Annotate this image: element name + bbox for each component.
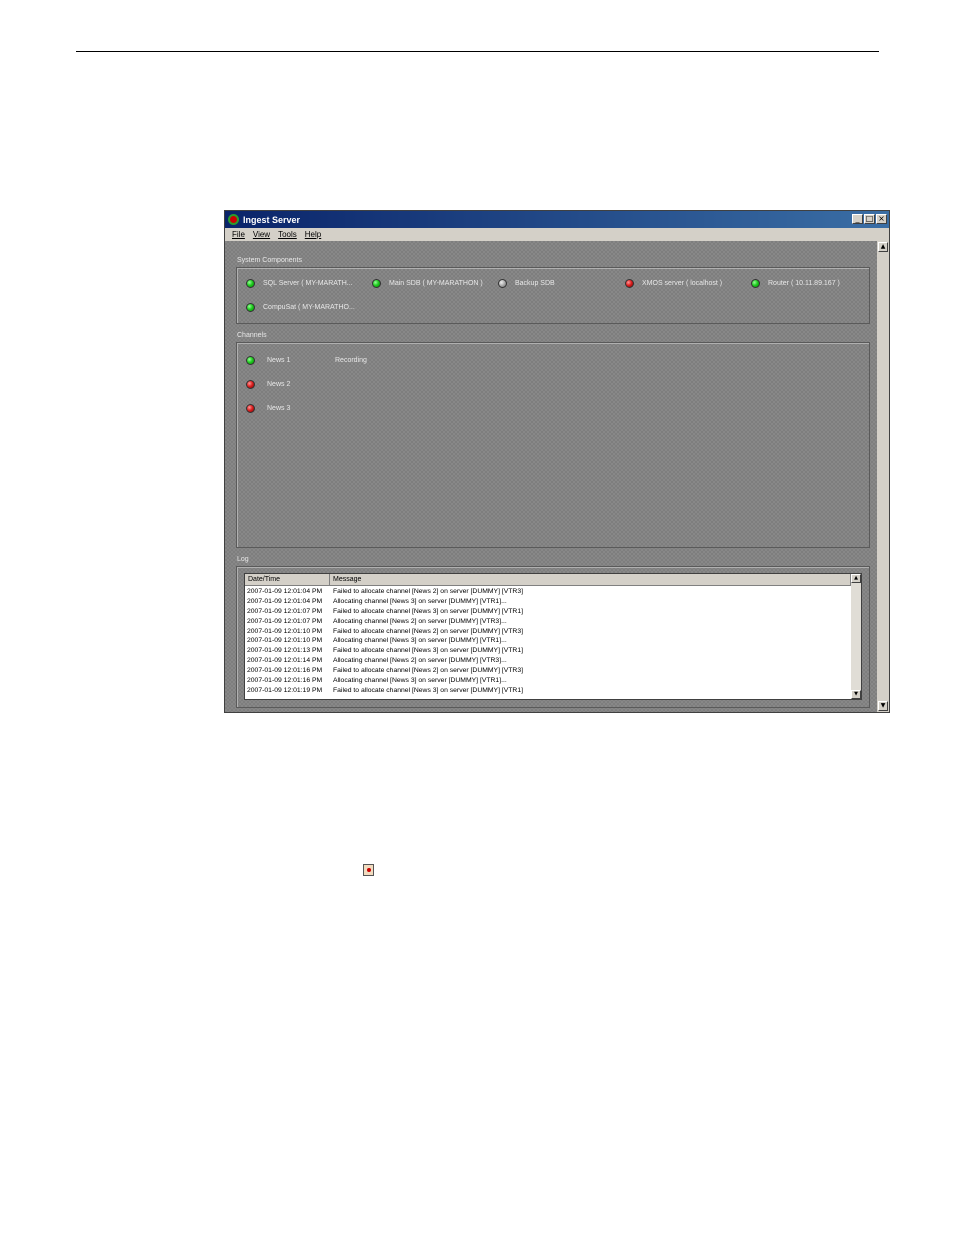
log-message: Allocating channel [News 3] on server [D… [333,637,507,645]
status-led-icon [372,279,381,288]
column-header-datetime[interactable]: Date/Time [245,574,330,586]
system-components-label: System Components [237,257,302,264]
component-label: SQL Server ( MY-MARATH... [263,280,353,287]
menu-tools[interactable]: Tools [278,230,297,239]
log-datetime: 2007-01-09 12:01:13 PM [247,647,323,655]
status-led-icon [246,356,255,365]
log-datetime: 2007-01-09 12:01:16 PM [247,667,323,675]
status-led-icon [246,303,255,312]
log-message: Failed to allocate channel [News 3] on s… [333,647,524,655]
menu-view[interactable]: View [253,230,270,239]
channel-label: News 2 [267,381,291,388]
component-router: Router ( 10.11.89.167 ) [751,279,840,288]
component-label: Router ( 10.11.89.167 ) [768,280,840,287]
log-row[interactable]: 2007-01-09 12:01:10 PM Allocating channel… [245,636,851,646]
log-row[interactable]: 2007-01-09 12:01:04 PM Failed to allocate… [245,587,851,597]
ingest-server-tray-icon [363,864,374,876]
channel-news-2[interactable]: News 2 [246,380,290,389]
log-datetime: 2007-01-09 12:01:10 PM [247,637,323,645]
system-components-group [236,267,870,324]
menu-file[interactable]: File [232,230,245,239]
status-led-icon [246,380,255,389]
status-led-icon [246,279,255,288]
log-row[interactable]: 2007-01-09 12:01:16 PM Allocating channel… [245,676,851,686]
channel-news-3[interactable]: News 3 [246,404,290,413]
log-message: Failed to allocate channel [News 2] on s… [333,667,524,675]
log-message: Failed to allocate channel [News 2] on s… [333,627,524,635]
log-datetime: 2007-01-09 12:01:04 PM [247,597,323,605]
component-label: CompuSat ( MY-MARATHO... [263,304,355,311]
status-led-icon [498,279,507,288]
channels-group [236,342,870,548]
component-sql-server: SQL Server ( MY-MARATH... [246,279,353,288]
scroll-up-arrow-icon[interactable]: ▲ [878,242,888,252]
log-row[interactable]: 2007-01-09 12:01:13 PM Failed to allocate… [245,646,851,656]
log-message: Failed to allocate channel [News 3] on s… [333,607,524,615]
window-title: Ingest Server [243,214,301,225]
log-datetime: 2007-01-09 12:01:19 PM [247,686,323,694]
log-row[interactable]: 2007-01-09 12:01:14 PM Allocating channel… [245,656,851,666]
window-vertical-scrollbar[interactable]: ▲ ▼ [877,241,889,712]
log-row[interactable]: 2007-01-09 12:01:07 PM Failed to allocate… [245,607,851,617]
channel-news-1[interactable]: News 1 Recording [246,356,367,365]
maximize-button[interactable]: □ [864,214,875,224]
status-led-icon [246,404,255,413]
app-icon[interactable] [228,214,239,225]
log-list[interactable]: Date/Time Message 2007-01-09 12:01:04 PM… [244,573,862,700]
log-row[interactable]: 2007-01-09 12:01:04 PM Allocating channel… [245,597,851,607]
column-header-message[interactable]: Message [330,574,851,586]
status-led-icon [751,279,760,288]
log-datetime: 2007-01-09 12:01:07 PM [247,607,323,615]
log-row[interactable]: 2007-01-09 12:01:19 PM Failed to allocate… [245,686,851,696]
minimize-button[interactable]: _ [852,214,863,224]
log-datetime: 2007-01-09 12:01:10 PM [247,627,323,635]
component-backup-sdb: Backup SDB [498,279,555,288]
log-label: Log [237,556,249,563]
log-scroll-down-icon[interactable]: ▼ [851,690,861,699]
log-message: Allocating channel [News 3] on server [D… [333,677,507,685]
log-row[interactable]: 2007-01-09 12:01:10 PM Failed to allocate… [245,627,851,637]
status-led-icon [625,279,634,288]
channels-label: Channels [237,332,267,339]
component-label: Main SDB ( MY-MARATHON ) [389,280,483,287]
channel-label: News 1 [267,357,291,364]
page-header-rule [76,51,879,52]
log-row[interactable]: 2007-01-09 12:01:07 PM Allocating channel… [245,617,851,627]
log-datetime: 2007-01-09 12:01:16 PM [247,677,323,685]
log-datetime: 2007-01-09 12:01:04 PM [247,588,323,595]
log-header: Date/Time Message [245,574,851,586]
scroll-down-arrow-icon[interactable]: ▼ [878,701,888,711]
log-row[interactable]: 2007-01-09 12:01:16 PM Failed to allocate… [245,666,851,676]
component-main-sdb: Main SDB ( MY-MARATHON ) [372,279,483,288]
log-datetime: 2007-01-09 12:01:07 PM [247,617,323,625]
log-scroll-up-icon[interactable]: ▲ [851,574,861,583]
menu-bar: File View Tools Help [225,228,889,241]
component-xmos-server: XMOS server ( localhost ) [625,279,722,288]
channel-state: Recording [335,357,367,364]
channel-label: News 3 [267,405,291,412]
component-label: XMOS server ( localhost ) [642,280,723,287]
log-message: Failed to allocate channel [News 3] on s… [333,686,524,694]
component-label: Backup SDB [515,280,555,287]
log-scrollbar[interactable]: ▲ ▼ [851,574,861,699]
close-button[interactable]: × [876,214,887,224]
component-compusat: CompuSat ( MY-MARATHO... [246,303,355,312]
log-message: Allocating channel [News 2] on server [D… [333,617,507,625]
log-datetime: 2007-01-09 12:01:14 PM [247,657,323,665]
log-message: Failed to allocate channel [News 2] on s… [333,588,524,595]
log-message: Allocating channel [News 2] on server [D… [333,657,507,665]
log-message: Allocating channel [News 3] on server [D… [333,597,507,605]
title-bar[interactable]: Ingest Server _ □ × [225,211,889,228]
log-rows: 2007-01-09 12:01:04 PM Failed to allocate… [245,587,851,696]
menu-help[interactable]: Help [305,230,321,239]
